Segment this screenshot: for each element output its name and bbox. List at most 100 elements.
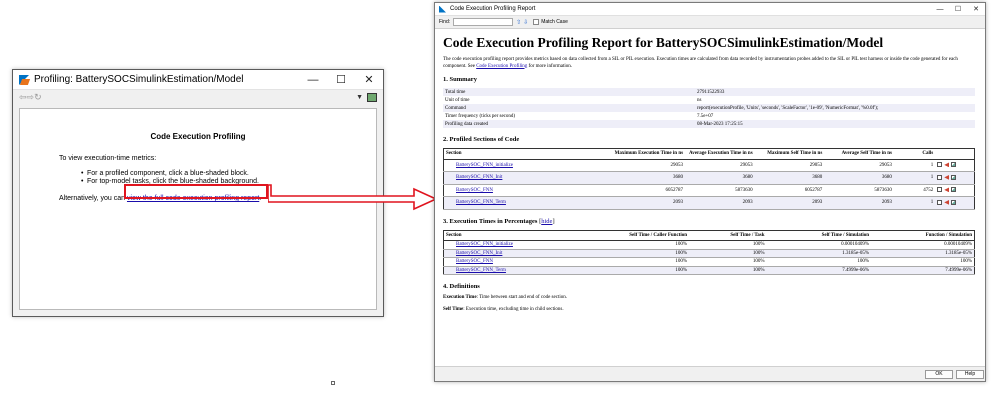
report-icon[interactable] — [937, 187, 943, 193]
report-icon[interactable] — [937, 162, 943, 168]
title-bar: Profiling: BatterySOCSimulinkEstimation/… — [13, 70, 383, 90]
section-link[interactable]: BatterySOC_FNN — [456, 188, 493, 193]
cell: 1 — [893, 159, 936, 172]
forward-arrow-icon[interactable]: ⇨ — [27, 92, 35, 103]
cell: 3680 — [824, 171, 894, 185]
minimize-button[interactable]: — — [299, 70, 327, 90]
find-label: Find: — [439, 19, 451, 25]
summary-value: 08-Mar-2023 17:25:15 — [697, 121, 743, 127]
section-link[interactable]: BatterySOC_FNN_Init — [456, 175, 502, 180]
hide-toggle: [hide] — [539, 218, 555, 225]
cell: 29053 — [606, 159, 686, 172]
summary-label: Profiling data created — [445, 121, 489, 127]
report-icon[interactable] — [937, 199, 943, 205]
table-row: BatterySOC_FNN_Init 3680 3680 3680 3680 … — [443, 171, 975, 185]
summary-value: ns — [697, 97, 702, 103]
cell: 2093 — [606, 196, 686, 210]
plot-icon[interactable] — [951, 162, 957, 168]
plot-icon[interactable] — [951, 199, 957, 205]
refresh-icon[interactable]: ↻ — [34, 92, 42, 103]
percentages-table: Section Self Time / Caller Function Self… — [443, 229, 975, 275]
section-link[interactable]: BatterySOC_FNN_Term — [456, 200, 506, 205]
cell: 100% — [563, 266, 690, 275]
table-header-row: Section Self Time / Caller Function Self… — [443, 230, 975, 241]
highlight-arrow-icon[interactable] — [944, 174, 950, 180]
dialog-footer: OK Help — [435, 366, 985, 381]
chevron-down-icon[interactable]: ▼ — [356, 94, 363, 101]
cell: 100% — [689, 240, 767, 250]
cell: 100% — [563, 240, 690, 250]
percent-heading-text: 3. Execution Times in Percentages — [443, 217, 538, 225]
cell: 100% — [563, 257, 690, 267]
cell: 4752 — [893, 184, 936, 197]
section-link[interactable]: BatterySOC_FNN — [456, 259, 493, 264]
col-header: Average Execution Time in ns — [685, 148, 755, 160]
col-header: Section — [443, 230, 564, 241]
col-header: Function / Simulation — [871, 230, 975, 241]
close-button[interactable]: ✕ — [355, 70, 383, 90]
maximize-button[interactable]: ☐ — [327, 70, 355, 90]
report-title: Code Execution Profiling Report for Batt… — [443, 35, 884, 50]
report-intro: The code execution profiling report prov… — [443, 57, 979, 70]
intro-text-part2: for more information. — [528, 63, 573, 69]
minimize-button[interactable]: — — [931, 6, 949, 13]
match-case-checkbox[interactable] — [533, 19, 540, 25]
dock-icon[interactable] — [367, 92, 377, 102]
maximize-button[interactable]: ☐ — [949, 5, 967, 13]
cell: 100% — [689, 266, 767, 275]
plot-icon[interactable] — [951, 187, 957, 193]
help-button[interactable]: Help — [956, 370, 984, 379]
icons-header — [935, 148, 975, 160]
find-input[interactable] — [453, 18, 514, 26]
col-header: Calls — [893, 148, 936, 160]
report-icon[interactable] — [937, 174, 943, 180]
find-next-icon[interactable]: ⇩ — [523, 19, 528, 26]
summary-label: Total time — [445, 89, 466, 95]
section-link[interactable]: BatterySOC_FNN_initialize — [456, 163, 513, 168]
browser-toolbar: ⇦ ⇨ ↻ ▼ — [13, 90, 383, 104]
summary-label: Unit of time — [445, 97, 470, 103]
summary-label: Command — [445, 105, 466, 111]
cell: 0.00010409% — [766, 240, 872, 250]
highlight-arrow-icon[interactable] — [944, 199, 950, 205]
cell: 7.4999e-06% — [871, 266, 975, 275]
red-arrow-annotation — [268, 184, 438, 211]
section-link[interactable]: BatterySOC_FNN_initialize — [456, 242, 513, 247]
find-bar: Find: ⇧ ⇩ Match Case — [435, 16, 985, 29]
highlight-arrow-icon[interactable] — [944, 187, 950, 193]
report-window: Code Execution Profiling Report — ☐ ✕ Fi… — [434, 2, 986, 382]
table-row: BatterySOC_FNN_Term 100% 100% 7.4999e-06… — [443, 266, 975, 275]
highlight-annotation — [124, 184, 268, 199]
matlab-logo-icon — [19, 74, 29, 85]
screenshot-canvas: Profiling: BatterySOCSimulinkEstimation/… — [0, 0, 998, 400]
section-link[interactable]: BatterySOC_FNN_Term — [456, 268, 506, 273]
report-title-bar: Code Execution Profiling Report — ☐ ✕ — [435, 3, 985, 16]
highlight-arrow-icon[interactable] — [944, 162, 950, 168]
summary-value: 27911522933 — [697, 89, 725, 95]
code-execution-profiling-link[interactable]: Code Execution Profiling — [476, 64, 527, 69]
col-header: Average Self Time in ns — [824, 148, 894, 160]
section-cell: BatterySOC_FNN_initialize — [443, 159, 607, 172]
col-header: Maximum Self Time in ns — [754, 148, 825, 160]
plot-icon[interactable] — [951, 174, 957, 180]
section-link[interactable]: BatterySOC_FNN_Init — [456, 251, 502, 256]
cell: 29053 — [685, 159, 755, 172]
row-actions — [935, 171, 975, 185]
summary-label: Timer frequency (ticks per second) — [445, 113, 516, 119]
col-header: Maximum Execution Time in ns — [606, 148, 686, 160]
cell: 1 — [893, 171, 936, 185]
ok-button[interactable]: OK — [925, 370, 953, 379]
cell: 100% — [766, 257, 872, 267]
cell: 6052787 — [754, 184, 825, 197]
table-row: BatterySOC_FNN 100% 100% 100% 100% — [443, 257, 975, 267]
table-row: Command report(executionProfile, 'Units',… — [443, 104, 975, 112]
close-button[interactable]: ✕ — [967, 5, 985, 13]
matlab-logo-icon — [439, 5, 446, 13]
table-row: BatterySOC_FNN_Init 100% 100% 1.3185e-05… — [443, 249, 975, 258]
cell: 1 — [893, 196, 936, 210]
hide-link[interactable]: hide — [541, 218, 552, 225]
back-arrow-icon[interactable]: ⇦ — [19, 92, 27, 103]
find-previous-icon[interactable]: ⇧ — [516, 19, 521, 26]
percent-heading: 3. Execution Times in Percentages [hide] — [443, 218, 979, 225]
table-row: BatterySOC_FNN 6052787 5873630 6052787 5… — [443, 184, 975, 197]
